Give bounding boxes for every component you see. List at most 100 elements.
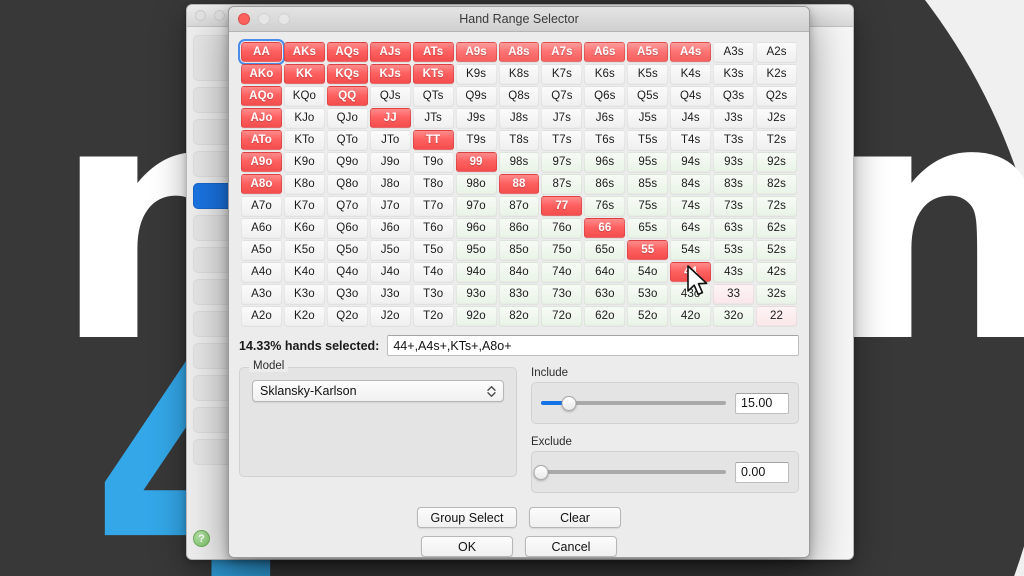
hand-cell-KQo[interactable]: KQo	[283, 86, 325, 106]
hand-cell-T6o[interactable]: T6o	[412, 218, 454, 238]
hand-cell-A8s[interactable]: A8s	[498, 42, 540, 62]
hand-cell-74o[interactable]: 74o	[541, 262, 583, 282]
include-slider-knob[interactable]	[561, 395, 577, 411]
hand-cell-Q4s[interactable]: Q4s	[670, 86, 712, 106]
hand-cell-J4o[interactable]: J4o	[369, 262, 411, 282]
hand-cell-75o[interactable]: 75o	[541, 240, 583, 260]
hand-cell-43s[interactable]: 43s	[713, 262, 755, 282]
hand-cell-T9o[interactable]: T9o	[412, 152, 454, 172]
hand-cell-K7o[interactable]: K7o	[283, 196, 325, 216]
hand-cell-K2o[interactable]: K2o	[283, 306, 325, 326]
hand-cell-K7s[interactable]: K7s	[541, 64, 583, 84]
hand-cell-Q8s[interactable]: Q8s	[498, 86, 540, 106]
hand-cell-A6o[interactable]: A6o	[241, 218, 282, 238]
hand-cell-T9s[interactable]: T9s	[455, 130, 497, 150]
model-select[interactable]: Sklansky-Karlson	[252, 380, 504, 402]
hand-cell-72s[interactable]: 72s	[756, 196, 797, 216]
hand-cell-86o[interactable]: 86o	[498, 218, 540, 238]
hand-cell-A3o[interactable]: A3o	[241, 284, 282, 304]
hand-cell-J6s[interactable]: J6s	[584, 108, 626, 128]
hand-cell-43o[interactable]: 43o	[670, 284, 712, 304]
hand-cell-K5o[interactable]: K5o	[283, 240, 325, 260]
hand-cell-J9o[interactable]: J9o	[369, 152, 411, 172]
hand-cell-JTs[interactable]: JTs	[412, 108, 454, 128]
hand-cell-J8o[interactable]: J8o	[369, 174, 411, 194]
hand-cell-76o[interactable]: 76o	[541, 218, 583, 238]
hand-cell-44[interactable]: 44	[670, 262, 712, 282]
hand-cell-73s[interactable]: 73s	[713, 196, 755, 216]
hand-cell-53s[interactable]: 53s	[713, 240, 755, 260]
hand-cell-K3s[interactable]: K3s	[713, 64, 755, 84]
hand-cell-A7o[interactable]: A7o	[241, 196, 282, 216]
hand-cell-JTo[interactable]: JTo	[369, 130, 411, 150]
hand-cell-32s[interactable]: 32s	[756, 284, 797, 304]
hand-cell-94s[interactable]: 94s	[670, 152, 712, 172]
hand-cell-Q9o[interactable]: Q9o	[326, 152, 368, 172]
hand-cell-J8s[interactable]: J8s	[498, 108, 540, 128]
hand-cell-QQ[interactable]: QQ	[326, 86, 368, 106]
exclude-value-field[interactable]: 0.00	[735, 461, 789, 483]
hand-cell-98o[interactable]: 98o	[455, 174, 497, 194]
hand-cell-Q5o[interactable]: Q5o	[326, 240, 368, 260]
background-minimize-icon[interactable]	[214, 10, 225, 21]
ok-button[interactable]: OK	[421, 536, 513, 557]
hand-cell-Q3s[interactable]: Q3s	[713, 86, 755, 106]
hand-cell-84s[interactable]: 84s	[670, 174, 712, 194]
hand-cell-Q5s[interactable]: Q5s	[627, 86, 669, 106]
hand-cell-K6o[interactable]: K6o	[283, 218, 325, 238]
hand-cell-A4s[interactable]: A4s	[670, 42, 712, 62]
hand-cell-73o[interactable]: 73o	[541, 284, 583, 304]
hand-cell-82s[interactable]: 82s	[756, 174, 797, 194]
hand-cell-83o[interactable]: 83o	[498, 284, 540, 304]
hand-cell-87o[interactable]: 87o	[498, 196, 540, 216]
hand-cell-J2o[interactable]: J2o	[369, 306, 411, 326]
hand-cell-87s[interactable]: 87s	[541, 174, 583, 194]
hand-cell-KJs[interactable]: KJs	[369, 64, 411, 84]
hand-cell-K4o[interactable]: K4o	[283, 262, 325, 282]
hand-cell-93s[interactable]: 93s	[713, 152, 755, 172]
hand-cell-53o[interactable]: 53o	[627, 284, 669, 304]
hand-cell-J5o[interactable]: J5o	[369, 240, 411, 260]
help-icon[interactable]: ?	[193, 530, 210, 547]
hand-cell-QJs[interactable]: QJs	[369, 86, 411, 106]
minimize-icon[interactable]	[258, 13, 270, 25]
hand-cell-66[interactable]: 66	[584, 218, 626, 238]
hand-cell-ATs[interactable]: ATs	[412, 42, 454, 62]
hand-cell-42o[interactable]: 42o	[670, 306, 712, 326]
hand-cell-88[interactable]: 88	[498, 174, 540, 194]
hand-cell-J4s[interactable]: J4s	[670, 108, 712, 128]
hand-cell-65s[interactable]: 65s	[627, 218, 669, 238]
hand-cell-42s[interactable]: 42s	[756, 262, 797, 282]
hand-cell-T8o[interactable]: T8o	[412, 174, 454, 194]
cancel-button[interactable]: Cancel	[525, 536, 617, 557]
hand-cell-KTo[interactable]: KTo	[283, 130, 325, 150]
hand-cell-75s[interactable]: 75s	[627, 196, 669, 216]
hand-cell-T7s[interactable]: T7s	[541, 130, 583, 150]
hand-cell-55[interactable]: 55	[627, 240, 669, 260]
hand-cell-63s[interactable]: 63s	[713, 218, 755, 238]
hand-cell-Q4o[interactable]: Q4o	[326, 262, 368, 282]
hand-cell-33[interactable]: 33	[713, 284, 755, 304]
hand-cell-Q9s[interactable]: Q9s	[455, 86, 497, 106]
hand-cell-T5o[interactable]: T5o	[412, 240, 454, 260]
hand-cell-AQs[interactable]: AQs	[326, 42, 368, 62]
exclude-slider-knob[interactable]	[533, 464, 549, 480]
hand-cell-J5s[interactable]: J5s	[627, 108, 669, 128]
hand-cell-76s[interactable]: 76s	[584, 196, 626, 216]
hand-cell-52s[interactable]: 52s	[756, 240, 797, 260]
hand-cell-K5s[interactable]: K5s	[627, 64, 669, 84]
hand-cell-JJ[interactable]: JJ	[369, 108, 411, 128]
hand-cell-Q6s[interactable]: Q6s	[584, 86, 626, 106]
hand-cell-54o[interactable]: 54o	[627, 262, 669, 282]
hand-cell-J7s[interactable]: J7s	[541, 108, 583, 128]
hand-cell-QTs[interactable]: QTs	[412, 86, 454, 106]
hand-cell-54s[interactable]: 54s	[670, 240, 712, 260]
hand-cell-94o[interactable]: 94o	[455, 262, 497, 282]
close-icon[interactable]	[238, 13, 250, 25]
hand-cell-62s[interactable]: 62s	[756, 218, 797, 238]
hand-cell-ATo[interactable]: ATo	[241, 130, 282, 150]
hand-cell-Q2o[interactable]: Q2o	[326, 306, 368, 326]
hand-cell-92o[interactable]: 92o	[455, 306, 497, 326]
hand-cell-85s[interactable]: 85s	[627, 174, 669, 194]
hand-cell-T3s[interactable]: T3s	[713, 130, 755, 150]
